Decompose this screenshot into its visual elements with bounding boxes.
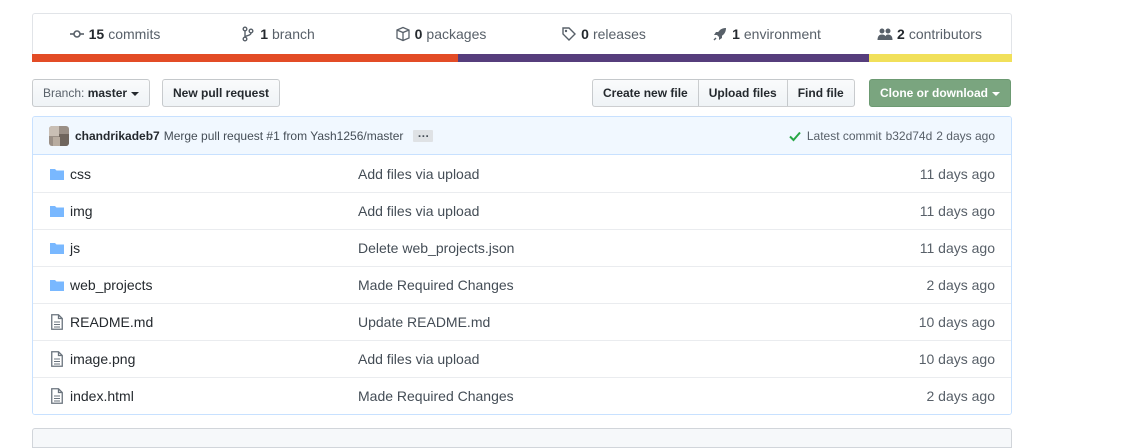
create-new-file-button[interactable]: Create new file	[592, 79, 699, 107]
people-icon	[877, 26, 893, 42]
file-commit-message[interactable]: Made Required Changes	[358, 388, 758, 404]
file-age: 11 days ago	[919, 165, 995, 182]
stat-commits-count: 15	[88, 26, 105, 42]
language-segment-css	[458, 54, 869, 62]
stat-commits[interactable]: 15 commits	[33, 26, 196, 42]
stat-releases[interactable]: 0 releases	[522, 26, 685, 42]
stat-branches-count: 1	[260, 26, 268, 42]
language-segment-javascript	[868, 54, 1012, 62]
table-row[interactable]: img Add files via upload 11 days ago	[33, 192, 1011, 229]
folder-icon	[49, 279, 65, 291]
stat-contributors-label: contributors	[908, 26, 982, 42]
branch-select-name: master	[87, 86, 128, 100]
table-row[interactable]: js Delete web_projects.json 11 days ago	[33, 229, 1011, 266]
chevron-down-icon	[992, 91, 1000, 96]
file-commit-message[interactable]: Update README.md	[358, 314, 758, 330]
table-row[interactable]: index.html Made Required Changes 2 days …	[33, 377, 1011, 414]
file-age: 11 days ago	[919, 240, 995, 256]
branch-select-button[interactable]: Branch: master	[32, 79, 151, 107]
upload-files-button[interactable]: Upload files	[697, 79, 788, 107]
language-bar[interactable]	[32, 54, 1012, 62]
table-row[interactable]: web_projects Made Required Changes 2 day…	[33, 266, 1011, 303]
file-commit-message[interactable]: Made Required Changes	[358, 277, 758, 293]
file-name-link[interactable]: README.md	[70, 314, 340, 330]
file-name-link[interactable]: js	[70, 240, 340, 256]
tag-icon	[561, 26, 577, 42]
folder-icon	[49, 242, 65, 254]
stat-commits-label: commits	[108, 26, 161, 42]
stat-environments[interactable]: 1 environment	[685, 26, 848, 42]
branch-select-prefix: Branch:	[43, 86, 85, 100]
language-segment-html	[32, 54, 459, 62]
file-age: 2 days ago	[926, 277, 996, 293]
file-age: 10 days ago	[918, 351, 995, 367]
readme-header	[32, 428, 1012, 448]
stat-contributors-count: 2	[897, 26, 905, 42]
branch-icon	[240, 26, 256, 42]
new-pull-request-button[interactable]: New pull request	[162, 79, 281, 107]
commit-age: 2 days ago	[936, 128, 995, 143]
file-age: 2 days ago	[926, 388, 996, 404]
file-navigation-table: chandrikadeb7 Merge pull request #1 from…	[32, 116, 1012, 415]
stat-branches[interactable]: 1 branch	[196, 26, 359, 42]
latest-commit-bar: chandrikadeb7 Merge pull request #1 from…	[33, 117, 1011, 155]
stat-releases-count: 0	[581, 26, 589, 42]
check-icon	[789, 130, 801, 142]
stat-packages-label: packages	[426, 26, 487, 42]
stat-branches-label: branch	[271, 26, 315, 42]
chevron-down-icon	[131, 91, 140, 96]
commit-meta: Latest commit b32d74d 2 days ago	[789, 129, 995, 143]
stat-environments-count: 1	[732, 26, 740, 42]
file-icon	[49, 314, 65, 330]
stat-packages[interactable]: 0 packages	[359, 26, 522, 42]
commit-expand-button[interactable]: …	[413, 127, 434, 142]
file-age: 10 days ago	[918, 314, 995, 330]
file-name-link[interactable]: image.png	[70, 351, 340, 367]
repo-summary: 15 commits 1 branch 0 packages 0 release…	[32, 13, 1012, 62]
file-commit-message[interactable]: Add files via upload	[358, 351, 758, 367]
history-icon	[69, 26, 85, 42]
avatar[interactable]	[49, 125, 69, 146]
file-commit-message[interactable]: Add files via upload	[358, 166, 758, 182]
commit-sha-link[interactable]: b32d74d	[886, 129, 933, 143]
clone-or-download-label: Clone or download	[880, 86, 988, 100]
package-icon	[395, 26, 411, 42]
file-list: css Add files via upload 11 days ago img…	[33, 155, 1011, 414]
stat-environments-label: environment	[743, 26, 821, 42]
commit-message-link[interactable]: Merge pull request #1 from Yash1256/mast…	[164, 129, 404, 143]
file-commit-message[interactable]: Add files via upload	[358, 203, 758, 219]
stat-releases-label: releases	[592, 26, 646, 42]
stat-contributors[interactable]: 2 contributors	[848, 26, 1011, 42]
folder-icon	[49, 205, 65, 217]
file-name-link[interactable]: img	[70, 203, 340, 219]
clone-or-download-button[interactable]: Clone or download	[869, 79, 1011, 107]
commit-author-link[interactable]: chandrikadeb7	[75, 129, 160, 143]
table-row[interactable]: css Add files via upload 11 days ago	[33, 155, 1011, 192]
file-name-link[interactable]: web_projects	[70, 277, 340, 293]
table-row[interactable]: README.md Update README.md 10 days ago	[33, 303, 1011, 340]
file-age: 11 days ago	[919, 203, 995, 219]
file-actions-group: Create new file Upload files Find file	[592, 79, 855, 107]
folder-icon	[49, 168, 65, 180]
file-name-link[interactable]: css	[70, 166, 340, 182]
file-name-link[interactable]: index.html	[70, 388, 340, 404]
stat-packages-count: 0	[414, 26, 423, 42]
file-icon	[49, 351, 65, 367]
file-commit-message[interactable]: Delete web_projects.json	[358, 240, 758, 256]
latest-commit-label: Latest commit	[806, 128, 882, 143]
file-icon	[49, 388, 65, 404]
rocket-icon	[712, 26, 728, 42]
table-row[interactable]: image.png Add files via upload 10 days a…	[33, 340, 1011, 377]
find-file-button[interactable]: Find file	[786, 79, 855, 107]
